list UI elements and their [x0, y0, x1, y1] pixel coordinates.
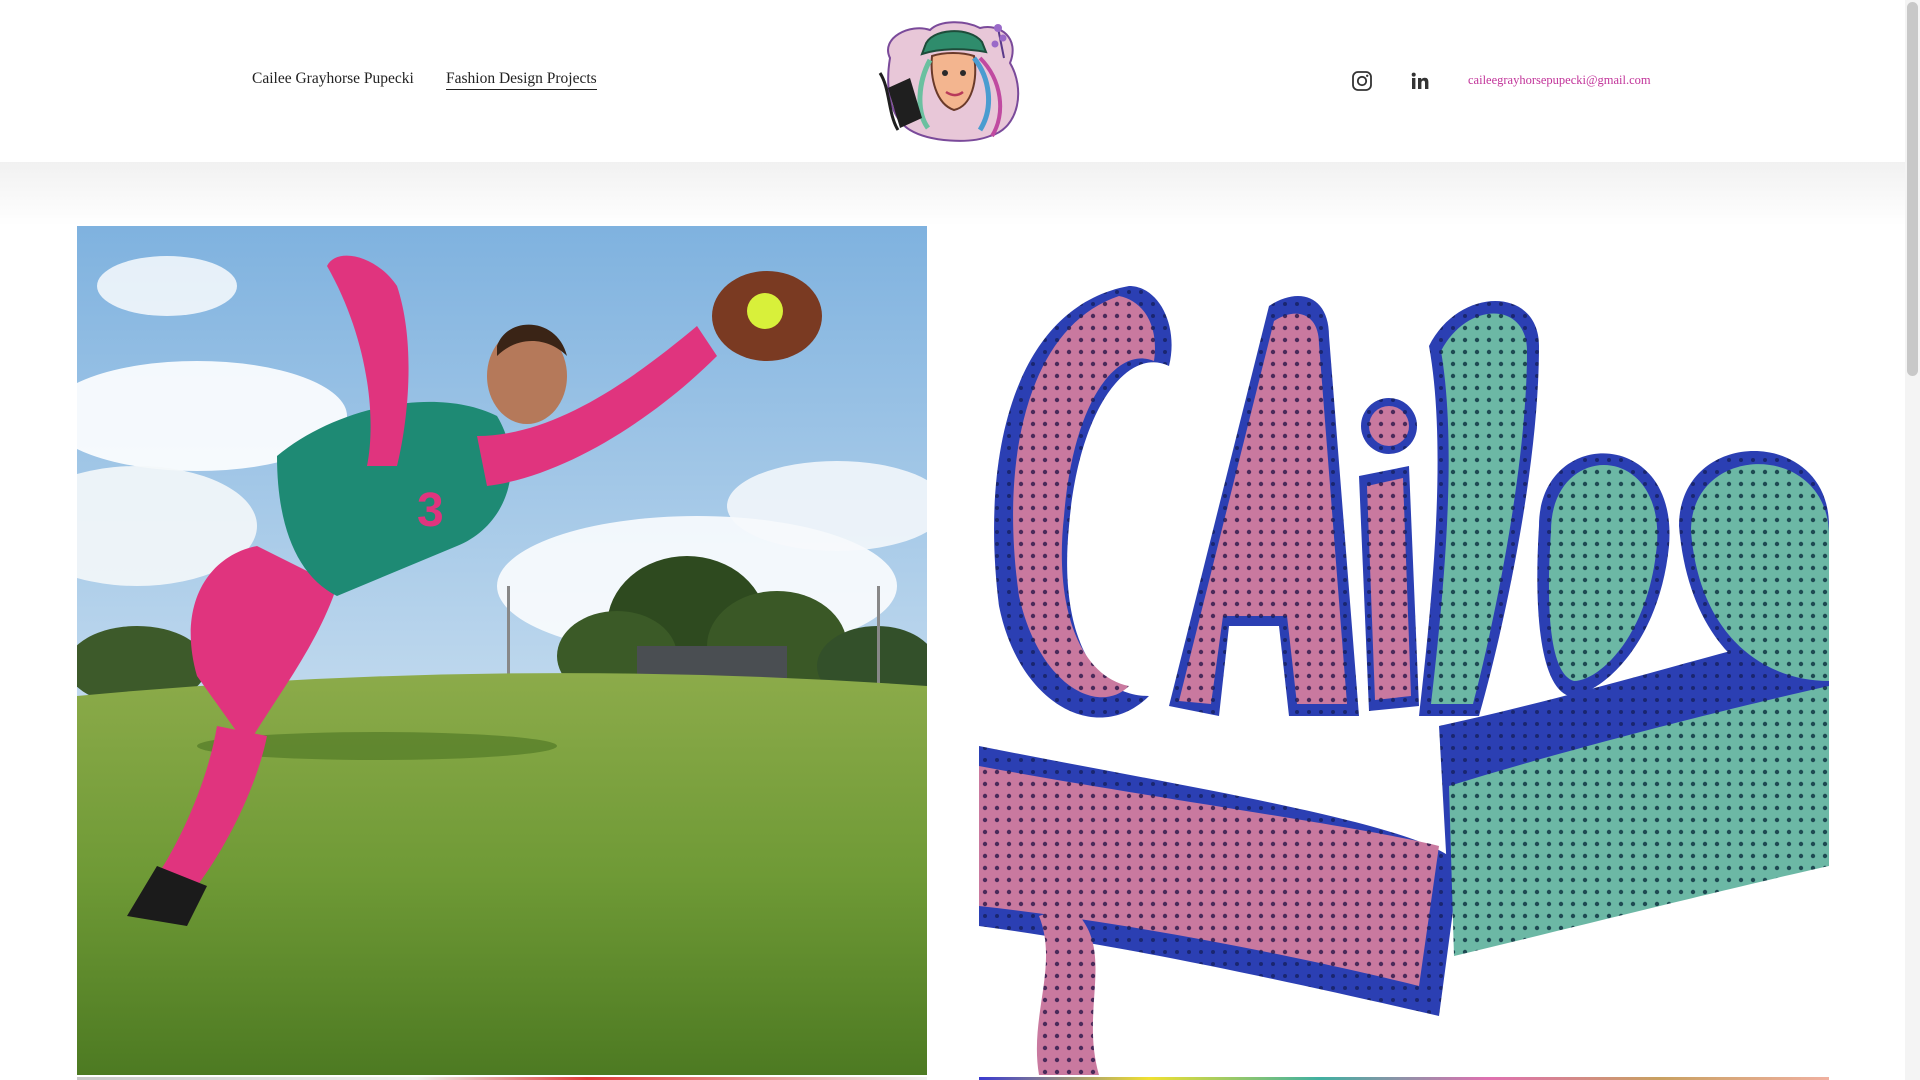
- site-header: Cailee Grayhorse Pupecki Fashion Design …: [0, 0, 1905, 162]
- nav-link-home[interactable]: Cailee Grayhorse Pupecki: [252, 70, 414, 88]
- portrait-logo-icon[interactable]: [870, 18, 1034, 144]
- linkedin-icon[interactable]: [1409, 70, 1431, 92]
- svg-text:3: 3: [417, 484, 444, 537]
- nav-link-fashion-design-projects[interactable]: Fashion Design Projects: [446, 70, 597, 90]
- page-scrollbar[interactable]: [1905, 0, 1920, 1080]
- softball-player-diving-catch-photo[interactable]: 3: [77, 226, 927, 1075]
- header-shadow: [0, 162, 1905, 226]
- scrollbar-thumb[interactable]: [1907, 2, 1918, 376]
- cailee-lettering-mesh-jersey-photo[interactable]: [979, 226, 1829, 1075]
- email-link[interactable]: caileegrayhorsepupecki@gmail.com: [1468, 73, 1651, 88]
- instagram-icon[interactable]: [1351, 70, 1373, 92]
